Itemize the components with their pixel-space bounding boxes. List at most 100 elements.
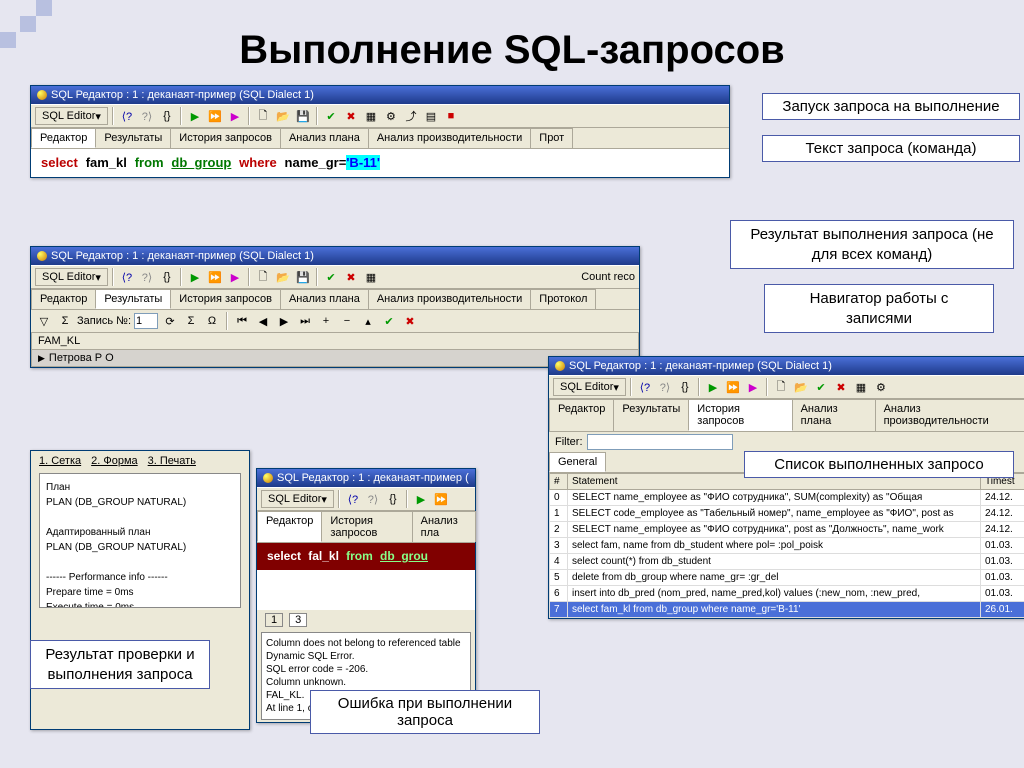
tab-editor[interactable]: Редактор	[31, 289, 96, 309]
page-1[interactable]: 1	[265, 613, 283, 627]
run-plan-icon[interactable]: ▶	[226, 268, 244, 286]
tab-history[interactable]: История запросов	[170, 128, 281, 148]
export-icon[interactable]: ⤴	[402, 107, 420, 125]
tab-protocol[interactable]: Прот	[530, 128, 573, 148]
tab-perf[interactable]: Анализ производительности	[368, 128, 531, 148]
table-icon[interactable]: ▦	[362, 107, 380, 125]
rollback-icon[interactable]: ✖	[342, 107, 360, 125]
new-icon[interactable]: 🗋	[254, 268, 272, 286]
history-row[interactable]: 5delete from db_group where name_gr= :gr…	[550, 570, 1024, 586]
sql-editor-dropdown[interactable]: SQL Editor ▾	[553, 378, 626, 396]
run-plan-icon[interactable]: ▶	[226, 107, 244, 125]
omega-icon[interactable]: Ω	[203, 312, 221, 330]
sigma-icon[interactable]: Σ	[182, 312, 200, 330]
history-row[interactable]: 4select count(*) from db_student01.03.	[550, 554, 1024, 570]
help2-icon[interactable]: ?⟩	[138, 268, 156, 286]
open-icon[interactable]: 📂	[274, 268, 292, 286]
nav-edit-icon[interactable]: ▴	[359, 312, 377, 330]
tab-plan[interactable]: Анализ пла	[412, 511, 476, 542]
help-icon[interactable]: ⟨?	[118, 268, 136, 286]
history-row[interactable]: 2SELECT name_employee as "ФИО сотрудника…	[550, 522, 1024, 538]
nav-first-icon[interactable]: ⏮	[233, 312, 251, 330]
run-icon[interactable]: ▶	[704, 378, 722, 396]
help-icon[interactable]: ⟨?	[118, 107, 136, 125]
braces-icon[interactable]: {}	[158, 268, 176, 286]
col-num[interactable]: #	[550, 474, 568, 490]
page-3[interactable]: 3	[289, 613, 307, 627]
nav-post-icon[interactable]: ✔	[380, 312, 398, 330]
grid-icon[interactable]: ▤	[422, 107, 440, 125]
run-all-icon[interactable]: ⏩	[206, 268, 224, 286]
tab-results[interactable]: Результаты	[95, 128, 171, 148]
nav-prev-icon[interactable]: ◀	[254, 312, 272, 330]
help-icon[interactable]: ⟨?	[344, 490, 362, 508]
history-row[interactable]: 7select fam_kl from db_group where name_…	[550, 602, 1024, 618]
run-icon[interactable]: ▶	[186, 268, 204, 286]
open-icon[interactable]: 📂	[274, 107, 292, 125]
run-all-icon[interactable]: ⏩	[432, 490, 450, 508]
help2-icon[interactable]: ?⟩	[656, 378, 674, 396]
tab-editor[interactable]: Редактор	[549, 399, 614, 431]
history-row[interactable]: 6insert into db_pred (nom_pred, name_pre…	[550, 586, 1024, 602]
save-icon[interactable]: 💾	[294, 107, 312, 125]
help-icon[interactable]: ⟨?	[636, 378, 654, 396]
new-icon[interactable]: 🗋	[254, 107, 272, 125]
refresh-icon[interactable]: ⟳	[161, 312, 179, 330]
tool-icon[interactable]: ⚙	[382, 107, 400, 125]
run-icon[interactable]: ▶	[186, 107, 204, 125]
help2-icon[interactable]: ?⟩	[138, 107, 156, 125]
sql-editor-line[interactable]: select fam_kl from db_group where name_g…	[31, 149, 729, 177]
open-icon[interactable]: 📂	[792, 378, 810, 396]
sql-editor-dropdown[interactable]: SQL Editor ▾	[35, 268, 108, 286]
braces-icon[interactable]: {}	[384, 490, 402, 508]
tab-plan[interactable]: Анализ плана	[792, 399, 876, 431]
braces-icon[interactable]: {}	[158, 107, 176, 125]
tool-icon[interactable]: ⚙	[872, 378, 890, 396]
sql-editor-line[interactable]: select fal_kl from db_grou	[257, 543, 475, 570]
sql-editor-dropdown[interactable]: SQL Editor ▾	[261, 490, 334, 508]
save-icon[interactable]: 💾	[294, 268, 312, 286]
tab-history[interactable]: История запросов	[688, 399, 792, 431]
filter-icon[interactable]: ▽	[35, 312, 53, 330]
stop-icon[interactable]: ■	[442, 107, 460, 125]
rollback-icon[interactable]: ✖	[832, 378, 850, 396]
nav-add-icon[interactable]: +	[317, 312, 335, 330]
table-icon[interactable]: ▦	[362, 268, 380, 286]
tab-editor[interactable]: Редактор	[257, 511, 322, 542]
tab-protocol[interactable]: Протокол	[530, 289, 596, 309]
tab-plan[interactable]: Анализ плана	[280, 289, 369, 309]
history-row[interactable]: 3select fam, name from db_student where …	[550, 538, 1024, 554]
history-row[interactable]: 1SELECT code_employee as "Табельный номе…	[550, 506, 1024, 522]
new-icon[interactable]: 🗋	[772, 378, 790, 396]
sum-icon[interactable]: Σ	[56, 312, 74, 330]
run-all-icon[interactable]: ⏩	[206, 107, 224, 125]
tab-perf[interactable]: Анализ производительности	[875, 399, 1024, 431]
commit-icon[interactable]: ✔	[812, 378, 830, 396]
tab-editor[interactable]: Редактор	[31, 128, 96, 148]
braces-icon[interactable]: {}	[676, 378, 694, 396]
tab-results[interactable]: Результаты	[613, 399, 689, 431]
subtab-grid[interactable]: 1. Сетка	[39, 455, 81, 467]
rollback-icon[interactable]: ✖	[342, 268, 360, 286]
nav-last-icon[interactable]: ⏭	[296, 312, 314, 330]
run-plan-icon[interactable]: ▶	[744, 378, 762, 396]
nav-cancel-icon[interactable]: ✖	[401, 312, 419, 330]
sql-editor-dropdown[interactable]: SQL Editor ▾	[35, 107, 108, 125]
help2-icon[interactable]: ?⟩	[364, 490, 382, 508]
tab-plan[interactable]: Анализ плана	[280, 128, 369, 148]
filter-input[interactable]	[587, 434, 733, 450]
tab-general[interactable]: General	[549, 452, 606, 472]
table-icon[interactable]: ▦	[852, 378, 870, 396]
record-input[interactable]	[134, 313, 158, 329]
grid-column-header[interactable]: FAM_KL	[31, 333, 639, 350]
subtab-print[interactable]: 3. Печать	[148, 455, 196, 467]
nav-next-icon[interactable]: ▶	[275, 312, 293, 330]
tab-history[interactable]: История запросов	[321, 511, 412, 542]
tab-perf[interactable]: Анализ производительности	[368, 289, 531, 309]
commit-icon[interactable]: ✔	[322, 268, 340, 286]
nav-del-icon[interactable]: −	[338, 312, 356, 330]
run-icon[interactable]: ▶	[412, 490, 430, 508]
run-all-icon[interactable]: ⏩	[724, 378, 742, 396]
subtab-form[interactable]: 2. Форма	[91, 455, 138, 467]
tab-history[interactable]: История запросов	[170, 289, 281, 309]
